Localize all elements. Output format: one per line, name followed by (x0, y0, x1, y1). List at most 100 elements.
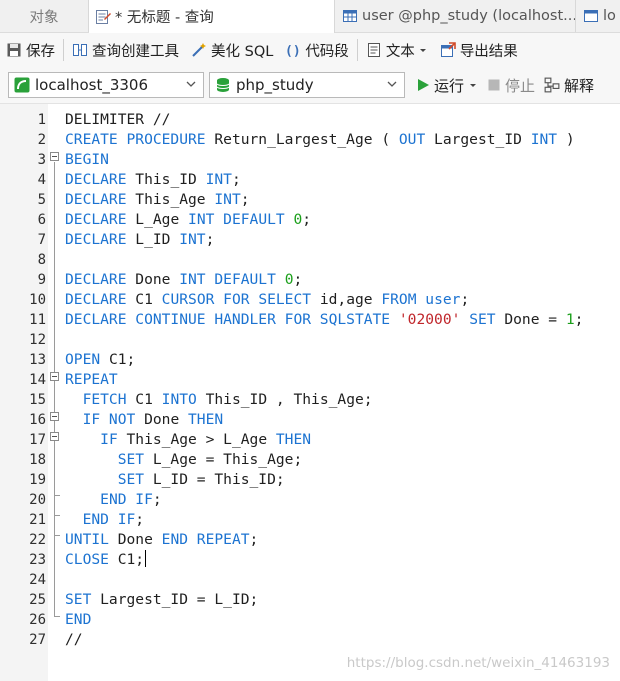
code-line[interactable]: 16 IF NOT Done THEN (0, 410, 620, 430)
code-line[interactable]: 27 // (0, 630, 620, 650)
code-text: DECLARE L_ID INT; (65, 230, 214, 250)
sql-token: This_Age > L_Age (117, 431, 276, 448)
code-line[interactable]: 26 END (0, 610, 620, 630)
code-line[interactable]: 22 UNTIL Done END REPEAT; (0, 530, 620, 550)
database-value: php_study (236, 76, 314, 94)
connection-select[interactable]: localhost_3306 (8, 72, 204, 98)
code-line[interactable]: 10 DECLARE C1 CURSOR FOR SELECT id,age FR… (0, 290, 620, 310)
sql-keyword: END IF (100, 491, 153, 508)
code-line[interactable]: 24 (0, 570, 620, 590)
sql-editor[interactable]: 1 DELIMITER // 2 CREATE PROCEDURE Return_La… (0, 104, 620, 681)
export-results-button[interactable]: 导出结果 (434, 33, 524, 67)
sql-token: Done = (495, 311, 566, 328)
fold-end-marker (54, 515, 60, 516)
fold-end-marker (54, 495, 60, 496)
sql-token: Done (126, 271, 180, 288)
sql-keyword: END (65, 611, 92, 628)
code-line[interactable]: 1 DELIMITER // (0, 110, 620, 130)
query-toolbar: 保存 查询创建工具 美化 SQL () 代码段 文本 导出结果 (0, 33, 620, 67)
sql-token: ; (205, 231, 215, 248)
sql-token: ; (460, 291, 470, 308)
sql-keyword: CLOSE (65, 551, 109, 568)
code-line[interactable]: 15 FETCH C1 INTO This_ID , This_Age; (0, 390, 620, 410)
code-line[interactable]: 2 CREATE PROCEDURE Return_Largest_Age ( O… (0, 130, 620, 150)
tab-objects[interactable]: 对象 (0, 0, 89, 32)
query-builder-button[interactable]: 查询创建工具 (66, 33, 185, 67)
database-select[interactable]: php_study (209, 72, 405, 98)
sql-number: 0 (293, 211, 303, 228)
tab-partial[interactable]: lo (577, 0, 620, 32)
code-line[interactable]: 18 SET L_Age = This_Age; (0, 450, 620, 470)
code-line[interactable]: 5 DECLARE This_Age INT; (0, 190, 620, 210)
tab-bar: 对象 * 无标题 - 查询 user @php_study (localhost… (0, 0, 620, 33)
line-number: 20 (29, 492, 46, 508)
save-button[interactable]: 保存 (0, 33, 61, 67)
code-line[interactable]: 4 DECLARE This_ID INT; (0, 170, 620, 190)
sql-keyword: SET (117, 451, 145, 468)
query-builder-label: 查询创建工具 (92, 43, 179, 60)
code-line[interactable]: 19 SET L_ID = This_ID; (0, 470, 620, 490)
code-line[interactable]: 21 END IF; (0, 510, 620, 530)
code-line[interactable]: 11 DECLARE CONTINUE HANDLER FOR SQLSTATE … (0, 310, 620, 330)
stop-button[interactable]: 停止 (487, 73, 535, 97)
code-text: END IF; (65, 490, 162, 510)
line-number: 11 (29, 312, 46, 328)
connection-value: localhost_3306 (35, 76, 149, 94)
tab-untitled-query-label: * 无标题 - 查询 (115, 10, 214, 26)
code-line[interactable]: 23 CLOSE C1; (0, 550, 620, 570)
code-line[interactable]: 12 (0, 330, 620, 350)
code-line[interactable]: 6 DECLARE L_Age INT DEFAULT 0; (0, 210, 620, 230)
stop-label: 停止 (505, 76, 536, 95)
code-line[interactable]: 17 IF This_Age > L_Age THEN (0, 430, 620, 450)
code-line[interactable]: 3 BEGIN (0, 150, 620, 170)
sql-token: C1; (100, 351, 136, 368)
fold-end-marker (54, 535, 60, 536)
connection-bar: localhost_3306 php_study 运行 停止 解释 (0, 67, 620, 104)
line-number: 2 (37, 132, 46, 148)
code-line[interactable]: 8 (0, 250, 620, 270)
sql-keyword: user (425, 291, 461, 308)
sql-keyword: CREATE PROCEDURE (65, 131, 206, 148)
code-line[interactable]: 7 DECLARE L_ID INT; (0, 230, 620, 250)
sql-keyword: THEN (275, 431, 312, 448)
sql-keyword: REPEAT (65, 371, 118, 388)
line-number: 23 (29, 552, 46, 568)
code-line[interactable]: 9 DECLARE Done INT DEFAULT 0; (0, 270, 620, 290)
line-number: 27 (29, 632, 46, 648)
line-number: 7 (37, 232, 46, 248)
line-number: 5 (37, 192, 46, 208)
code-line[interactable]: 20 END IF; (0, 490, 620, 510)
code-text: OPEN C1; (65, 350, 135, 370)
text-cursor (145, 550, 147, 567)
code-line[interactable]: 25 SET Largest_ID = L_ID; (0, 590, 620, 610)
snippet-button[interactable]: () 代码段 (279, 33, 355, 67)
text-menu-button[interactable]: 文本 (360, 33, 434, 67)
fold-toggle-begin[interactable] (50, 152, 59, 161)
sql-keyword: END IF (82, 511, 136, 528)
explain-button[interactable]: 解释 (544, 73, 594, 97)
sql-keyword: OPEN (65, 351, 101, 368)
sql-keyword: OUT (398, 131, 426, 148)
code-line[interactable]: 13 OPEN C1; (0, 350, 620, 370)
sql-keyword: DECLARE CONTINUE HANDLER FOR SQLSTATE (65, 311, 391, 328)
sql-keyword: DECLARE (65, 271, 127, 288)
chevron-down-icon (387, 81, 397, 87)
fold-toggle-if-age[interactable] (50, 432, 59, 441)
tab-user-table[interactable]: user @php_study (localhost... (336, 0, 576, 32)
line-number: 19 (29, 472, 46, 488)
beautify-sql-button[interactable]: 美化 SQL (185, 33, 279, 67)
sql-token: ; (135, 511, 145, 528)
tab-untitled-query[interactable]: * 无标题 - 查询 (89, 0, 335, 33)
fold-toggle-if-not-done[interactable] (50, 412, 59, 421)
sql-token: L_Age (126, 211, 189, 228)
sql-keyword: INT (179, 231, 206, 248)
run-button[interactable]: 运行 (416, 73, 478, 97)
fold-toggle-repeat[interactable] (50, 372, 59, 381)
sql-token: L_ID = This_ID; (144, 471, 285, 488)
fold-end-marker (54, 616, 60, 617)
code-line[interactable]: 14 REPEAT (0, 370, 620, 390)
query-builder-icon (73, 44, 87, 56)
